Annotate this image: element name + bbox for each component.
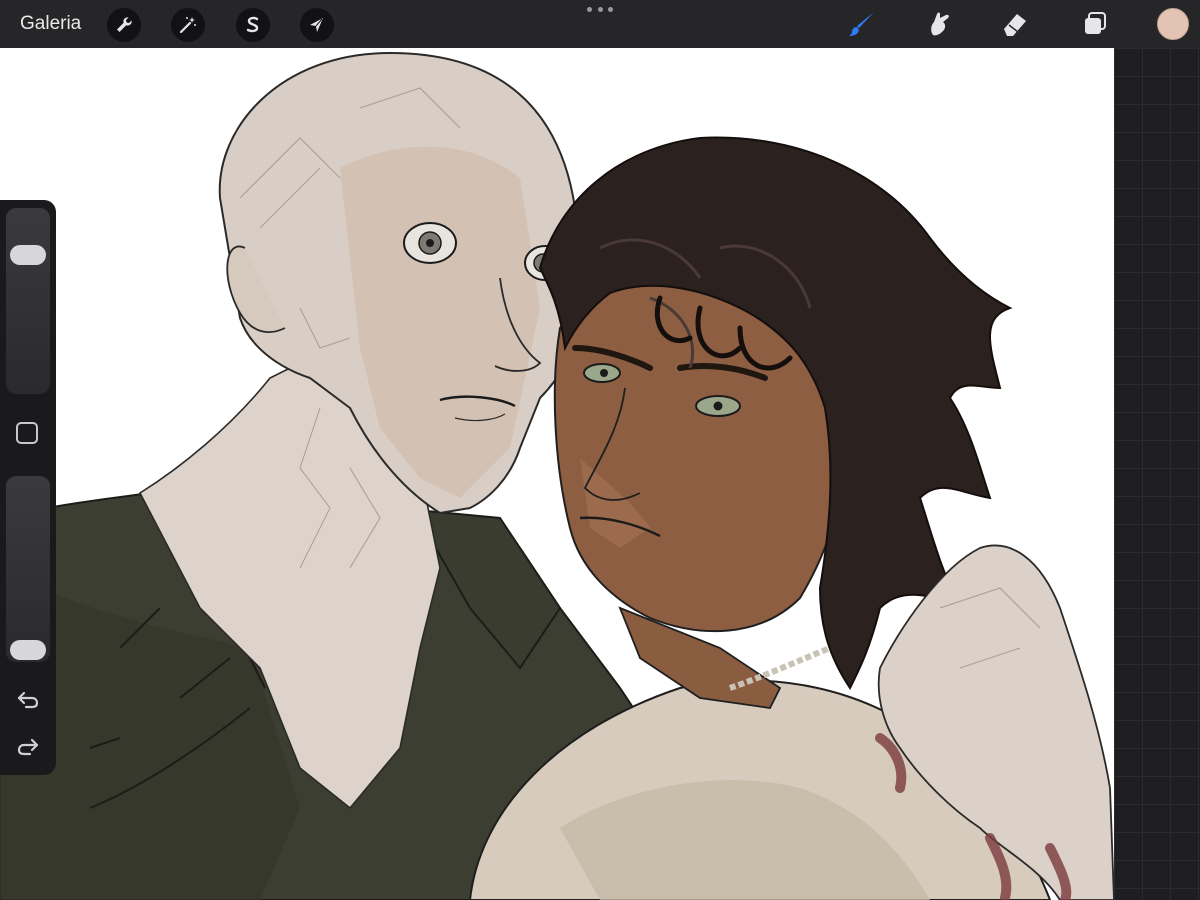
- smudge-tool-button[interactable]: [921, 6, 957, 42]
- brush-tool-button[interactable]: [844, 6, 880, 42]
- color-picker-button[interactable]: [1157, 8, 1189, 40]
- procreate-app: Galeria: [0, 0, 1200, 900]
- undo-button[interactable]: [14, 688, 42, 712]
- artwork-illustration: [0, 51, 1114, 900]
- transform-button[interactable]: [300, 8, 334, 42]
- redo-icon: [17, 738, 39, 756]
- grabber-dot: [587, 6, 592, 12]
- gallery-button[interactable]: Galeria: [20, 12, 81, 36]
- opacity-slider[interactable]: [6, 476, 50, 662]
- eraser-tool-button[interactable]: [997, 6, 1033, 42]
- brush-size-thumb[interactable]: [10, 244, 46, 265]
- left-sidebar: [0, 200, 56, 775]
- grabber-dot: [608, 6, 613, 12]
- layers-icon: [1085, 12, 1106, 34]
- toolbar-grabber[interactable]: [587, 5, 613, 13]
- redo-button[interactable]: [14, 735, 42, 759]
- layers-button[interactable]: [1077, 6, 1113, 42]
- magic-wand-icon: [179, 17, 196, 34]
- selection-button[interactable]: [236, 8, 270, 42]
- brush-size-slider[interactable]: [6, 208, 50, 394]
- wrench-icon: [117, 17, 132, 32]
- actions-button[interactable]: [107, 8, 141, 42]
- eraser-icon: [1004, 14, 1026, 36]
- smudge-icon: [931, 12, 949, 36]
- drawing-canvas[interactable]: [0, 48, 1114, 900]
- opacity-thumb[interactable]: [10, 640, 46, 660]
- selection-s-icon: [246, 16, 259, 33]
- modify-button[interactable]: [16, 422, 38, 444]
- arrow-cursor-icon: [310, 18, 323, 32]
- top-toolbar: Galeria: [0, 0, 1200, 48]
- grabber-dot: [597, 6, 603, 12]
- brush-icon: [849, 12, 874, 36]
- adjustments-button[interactable]: [171, 8, 205, 42]
- undo-icon: [17, 691, 39, 709]
